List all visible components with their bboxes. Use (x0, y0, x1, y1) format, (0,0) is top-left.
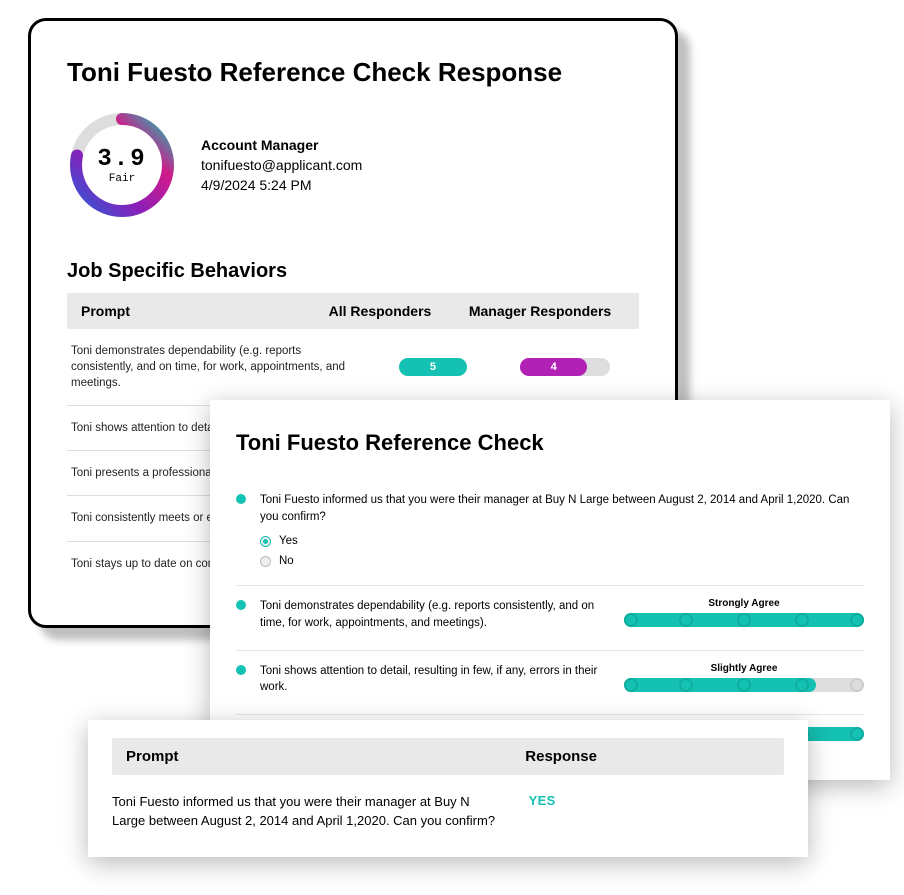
behavior-text: Toni demonstrates dependability (e.g. re… (71, 343, 371, 391)
col-all-responders: All Responders (305, 303, 455, 319)
option-label: Yes (279, 535, 298, 547)
col-manager-responders: Manager Responders (455, 303, 625, 319)
bullet-icon (236, 600, 246, 610)
section-title: Job Specific Behaviors (67, 260, 639, 283)
table-row: Toni demonstrates dependability (e.g. re… (67, 329, 639, 406)
question-dependability: Toni demonstrates dependability (e.g. re… (236, 586, 864, 650)
job-title: Account Manager (201, 137, 362, 153)
bullet-icon (236, 665, 246, 675)
radio-icon[interactable] (260, 556, 271, 567)
likert-slider[interactable]: Strongly Agree (624, 598, 864, 627)
page-title: Toni Fuesto Reference Check Response (67, 57, 639, 88)
option-no[interactable]: No (260, 555, 864, 567)
question-text: Toni Fuesto informed us that you were th… (260, 492, 864, 525)
question-text: Toni demonstrates dependability (e.g. re… (260, 598, 606, 631)
option-yes[interactable]: Yes (260, 535, 864, 547)
question-text: Toni shows attention to detail, resultin… (260, 663, 606, 696)
radio-icon[interactable] (260, 536, 271, 547)
prompt-text: Toni Fuesto informed us that you were th… (112, 793, 529, 831)
response-value: YES (529, 793, 556, 831)
score-ring: 3.9 Fair (67, 110, 177, 220)
slider-value-label: Slightly Agree (624, 663, 864, 674)
form-title: Toni Fuesto Reference Check (236, 430, 864, 456)
table-row: Toni Fuesto informed us that you were th… (112, 793, 784, 831)
candidate-email: tonifuesto@applicant.com (201, 157, 362, 173)
all-responders-score: 5 (399, 358, 467, 376)
response-datetime: 4/9/2024 5:24 PM (201, 177, 362, 193)
option-label: No (279, 555, 294, 567)
manager-responders-score: 4 (520, 358, 610, 376)
bullet-icon (236, 494, 246, 504)
question-confirm-manager: Toni Fuesto informed us that you were th… (236, 480, 864, 586)
prompt-response-card: Prompt Response Toni Fuesto informed us … (88, 720, 808, 857)
summary-row: 3.9 Fair Account Manager tonifuesto@appl… (67, 110, 639, 220)
col-prompt: Prompt (81, 303, 305, 319)
score-rating: Fair (109, 173, 135, 185)
col-prompt: Prompt (126, 748, 525, 765)
question-attention-to-detail: Toni shows attention to detail, resultin… (236, 651, 864, 715)
behaviors-table-header: Prompt All Responders Manager Responders (67, 293, 639, 329)
prompt-response-header: Prompt Response (112, 738, 784, 775)
candidate-meta: Account Manager tonifuesto@applicant.com… (201, 137, 362, 193)
slider-value-label: Strongly Agree (624, 598, 864, 609)
score-value: 3.9 (97, 146, 146, 173)
likert-slider[interactable]: Slightly Agree (624, 663, 864, 692)
col-response: Response (525, 748, 770, 765)
